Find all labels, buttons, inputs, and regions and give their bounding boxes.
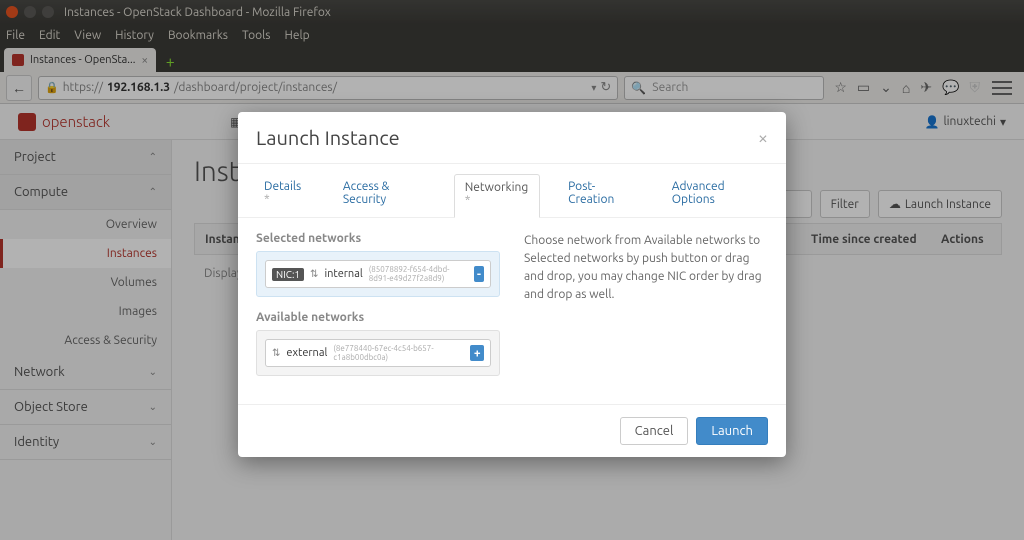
drag-handle-icon[interactable]: ⇅ [310,268,318,280]
available-network-row[interactable]: ⇅ external (8e778440-67ec-4c54-b657-c1a8… [265,339,491,367]
tab-access-security[interactable]: Access & Security [333,174,436,217]
selected-networks-box: NIC:1 ⇅ internal (85078892-f654-4dbd-8d9… [256,251,500,297]
tab-networking[interactable]: Networking * [454,174,540,218]
launch-button[interactable]: Launch [696,417,768,445]
tab-post-creation[interactable]: Post-Creation [558,174,644,217]
available-networks-box: ⇅ external (8e778440-67ec-4c54-b657-c1a8… [256,330,500,376]
tab-details[interactable]: Details * [254,174,315,217]
network-name: internal [324,268,362,280]
add-network-button[interactable]: + [470,345,484,361]
network-id: (8e778440-67ec-4c54-b657-c1a8b00dbc0a) [333,344,464,362]
network-name: external [286,347,327,359]
launch-instance-modal: Launch Instance × Details * Access & Sec… [238,112,786,457]
cancel-button[interactable]: Cancel [620,417,689,445]
selected-networks-label: Selected networks [256,232,500,245]
network-id: (85078892-f654-4dbd-8d91-e49d27f2a8d9) [369,265,468,283]
modal-help-text: Choose network from Available networks t… [524,232,768,390]
modal-title: Launch Instance [256,126,400,149]
modal-close-button[interactable]: × [758,128,768,148]
tab-advanced-options[interactable]: Advanced Options [662,174,770,217]
available-networks-label: Available networks [256,311,500,324]
drag-handle-icon[interactable]: ⇅ [272,347,280,359]
nic-badge: NIC:1 [272,268,304,281]
modal-tabs: Details * Access & Security Networking *… [238,164,786,218]
selected-network-row[interactable]: NIC:1 ⇅ internal (85078892-f654-4dbd-8d9… [265,260,491,288]
remove-network-button[interactable]: - [474,266,484,282]
modal-overlay: Launch Instance × Details * Access & Sec… [0,0,1024,540]
